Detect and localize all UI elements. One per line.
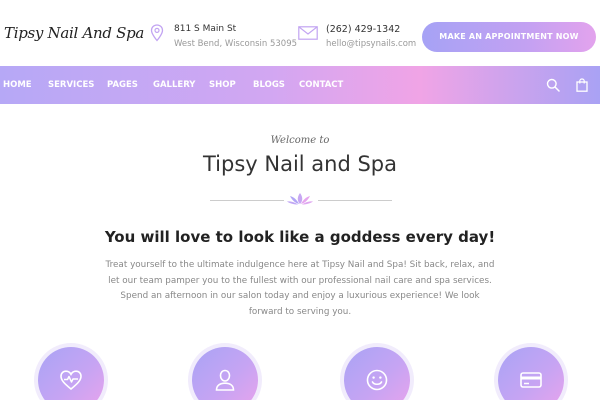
feature-circle-satisfaction[interactable] bbox=[344, 347, 410, 400]
feature-circle-staff[interactable] bbox=[192, 347, 258, 400]
shopping-bag-icon[interactable] bbox=[576, 78, 588, 92]
intro-paragraph: Treat yourself to the ultimate indulgenc… bbox=[105, 260, 495, 317]
search-icon[interactable] bbox=[546, 78, 560, 92]
divider-right bbox=[318, 200, 392, 201]
address-street: 811 S Main St bbox=[174, 24, 237, 34]
credit-card-icon bbox=[520, 372, 542, 388]
lotus-icon bbox=[287, 193, 313, 205]
nav-item-contact[interactable]: CONTACT bbox=[299, 66, 343, 104]
make-appointment-button[interactable]: MAKE AN APPOINTMENT NOW bbox=[422, 22, 596, 52]
nav-item-home[interactable]: HOME bbox=[3, 66, 32, 104]
nav-item-services[interactable]: SERVICES bbox=[48, 66, 94, 104]
main-nav: HOME SERVICES PAGES GALLERY SHOP BLOGS C… bbox=[0, 66, 600, 104]
divider-left bbox=[210, 200, 284, 201]
address-city: West Bend, Wisconsin 53095 bbox=[174, 39, 298, 49]
nav-item-blogs[interactable]: BLOGS bbox=[253, 66, 285, 104]
phone-number[interactable]: (262) 429-1342 bbox=[326, 24, 400, 35]
email-address[interactable]: hello@tipsynails.com bbox=[326, 39, 416, 49]
map-pin-icon bbox=[150, 24, 164, 42]
site-logo[interactable]: Tipsy Nail And Spa bbox=[4, 24, 144, 42]
tagline-heading: You will love to look like a goddess eve… bbox=[104, 228, 496, 246]
nav-item-pages[interactable]: PAGES bbox=[107, 66, 138, 104]
feature-circle-payment[interactable] bbox=[498, 347, 564, 400]
feature-circle-health[interactable] bbox=[38, 347, 104, 400]
user-icon bbox=[215, 369, 235, 391]
smile-icon bbox=[366, 369, 388, 391]
heart-pulse-icon bbox=[60, 370, 82, 391]
nav-item-shop[interactable]: SHOP bbox=[209, 66, 236, 104]
page-title: Tipsy Nail and Spa bbox=[202, 152, 398, 176]
nav-item-gallery[interactable]: GALLERY bbox=[153, 66, 195, 104]
envelope-icon bbox=[298, 26, 318, 40]
site-header: Tipsy Nail And Spa 811 S Main St West Be… bbox=[0, 0, 600, 66]
welcome-script: Welcome to bbox=[270, 135, 330, 146]
